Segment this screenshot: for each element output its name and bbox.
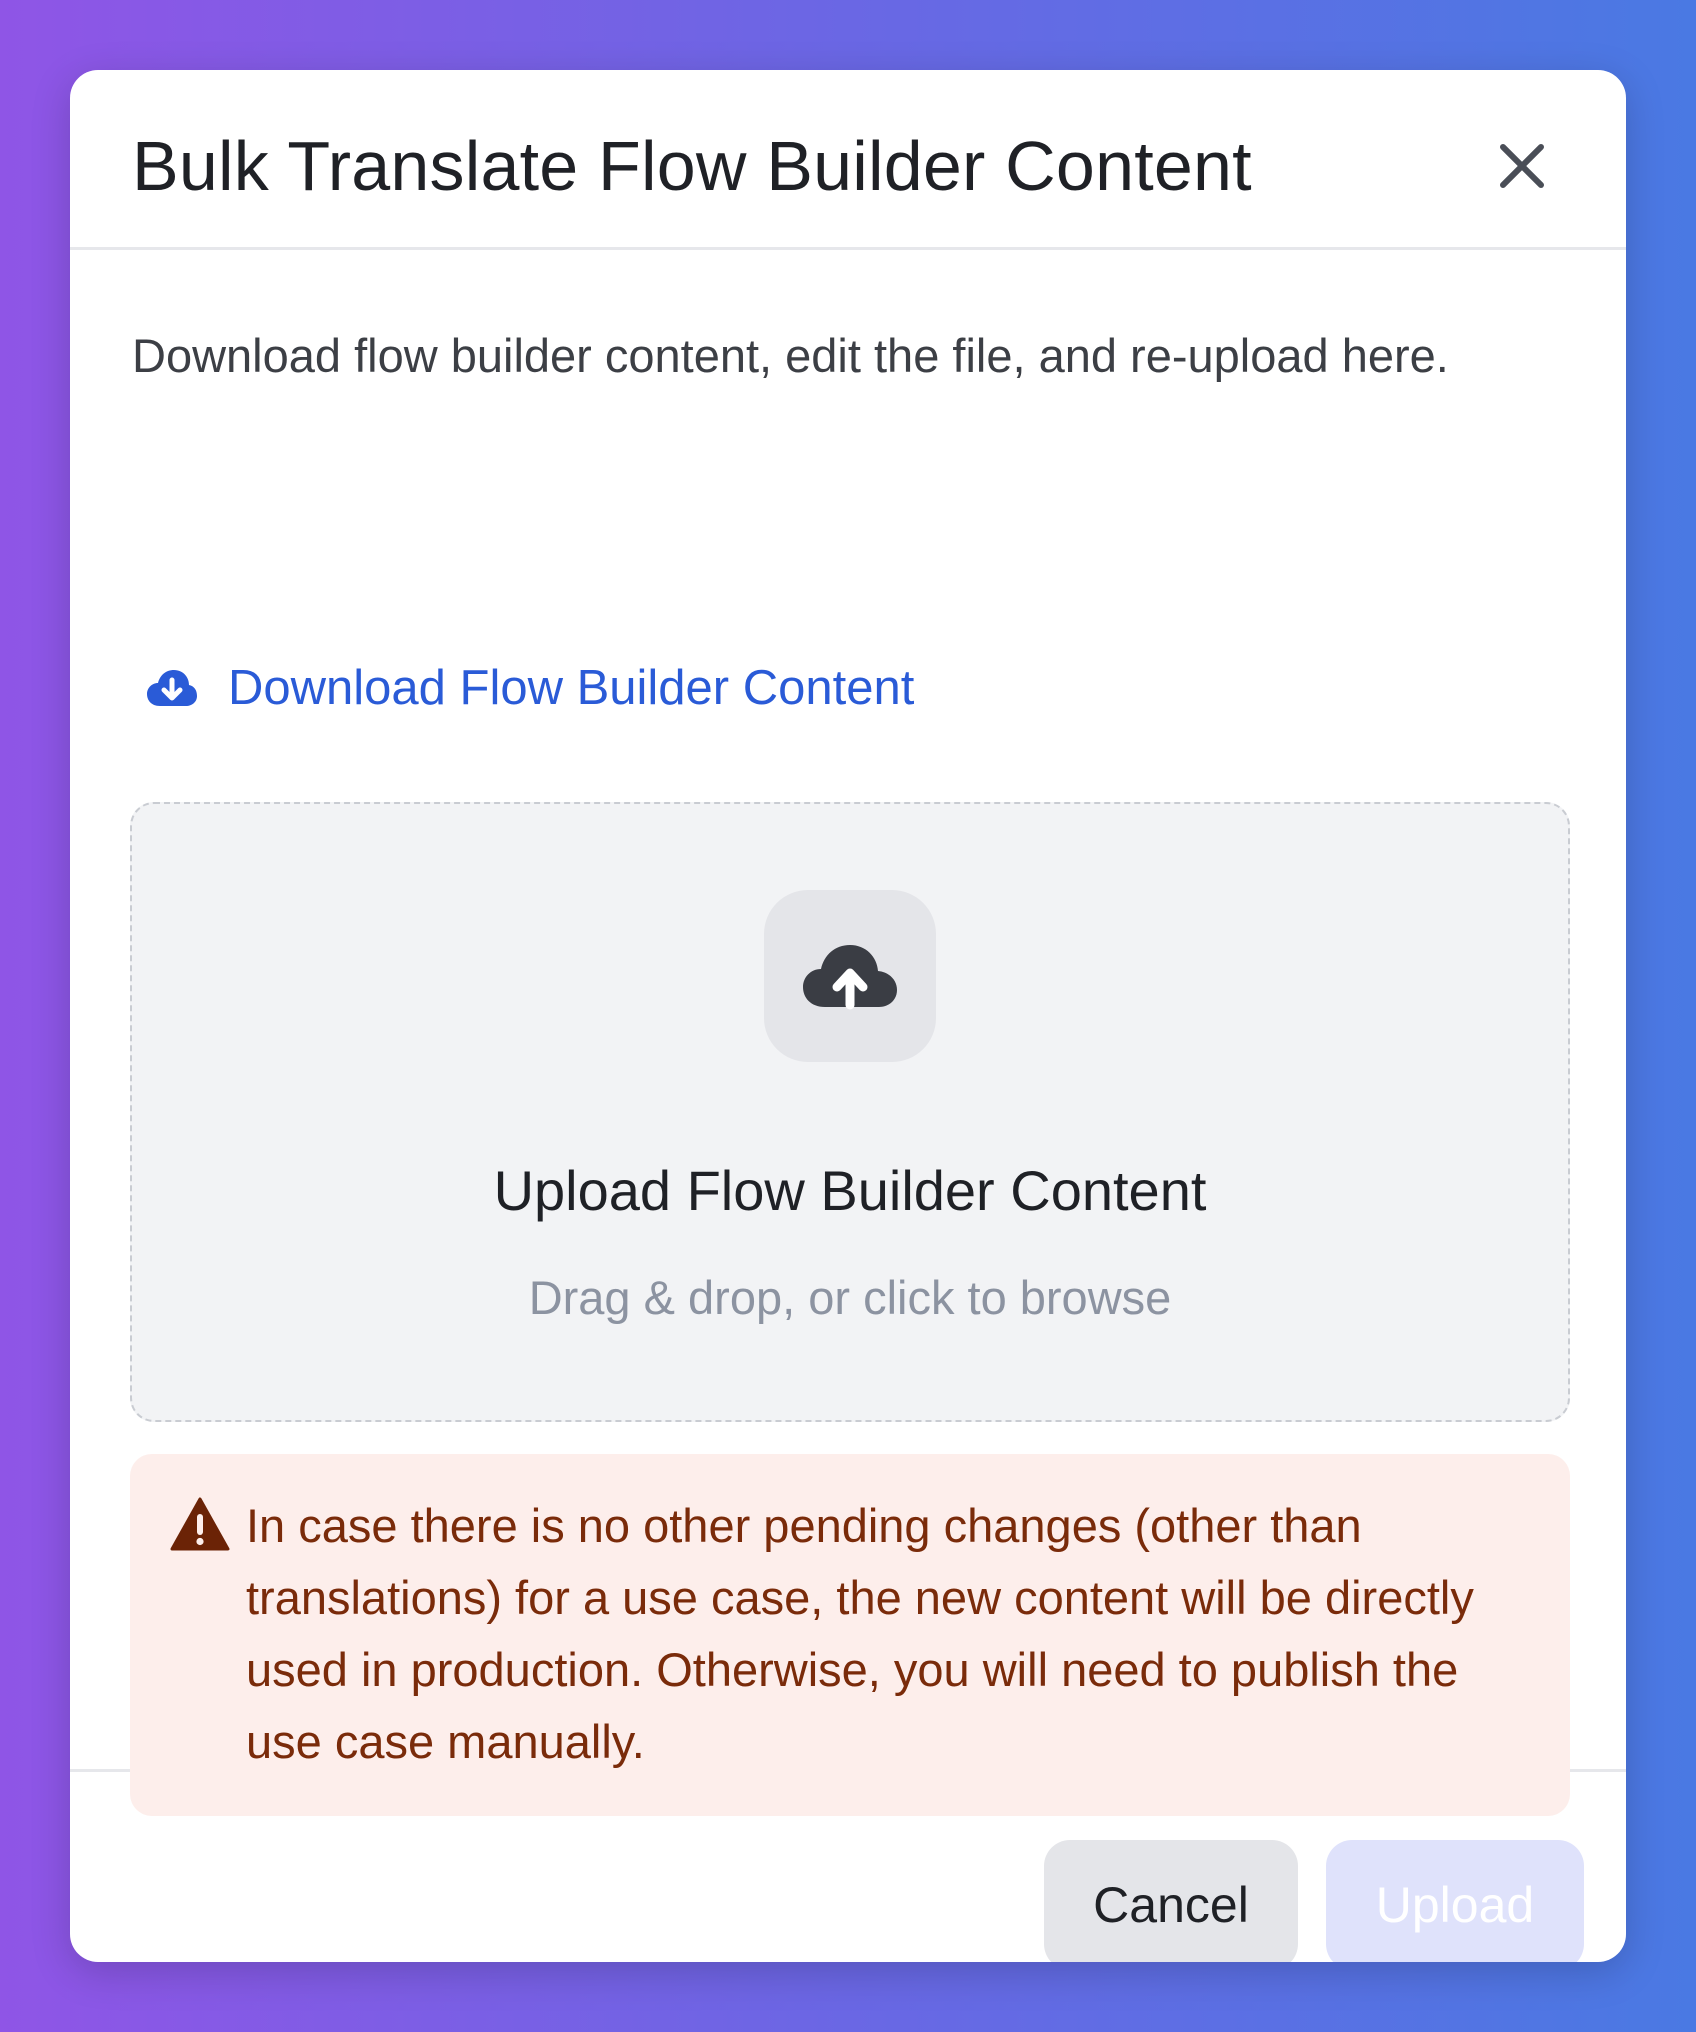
- close-icon: [1500, 144, 1544, 188]
- dialog-header: Bulk Translate Flow Builder Content: [70, 70, 1626, 250]
- cloud-upload-icon: [803, 945, 897, 1010]
- dialog-footer: Cancel Upload: [70, 1772, 1626, 1962]
- dialog-description: Download flow builder content, edit the …: [132, 329, 1449, 382]
- warning-text: In case there is no other pending change…: [246, 1499, 1474, 1768]
- dropzone-hint: Drag & drop, or click to browse: [528, 1271, 1172, 1324]
- dialog-title: Bulk Translate Flow Builder Content: [132, 127, 1252, 205]
- dropzone-title: Upload Flow Builder Content: [493, 1159, 1207, 1222]
- bulk-translate-dialog: Bulk Translate Flow Builder Content Down…: [70, 70, 1626, 1962]
- cancel-button[interactable]: Cancel: [1044, 1840, 1298, 1962]
- download-content-link[interactable]: Download Flow Builder Content: [146, 648, 914, 728]
- close-button[interactable]: [1490, 134, 1554, 198]
- warning-callout: In case there is no other pending change…: [130, 1454, 1570, 1816]
- upload-button[interactable]: Upload: [1326, 1840, 1584, 1962]
- download-link-label: Download Flow Builder Content: [228, 661, 915, 715]
- dialog-body: Download flow builder content, edit the …: [70, 250, 1626, 1816]
- cloud-download-icon: [146, 662, 198, 714]
- warning-triangle-icon: [170, 1497, 230, 1551]
- upload-dropzone[interactable]: Upload Flow Builder Content Drag & drop,…: [130, 802, 1570, 1422]
- upload-icon-tile: [764, 890, 936, 1062]
